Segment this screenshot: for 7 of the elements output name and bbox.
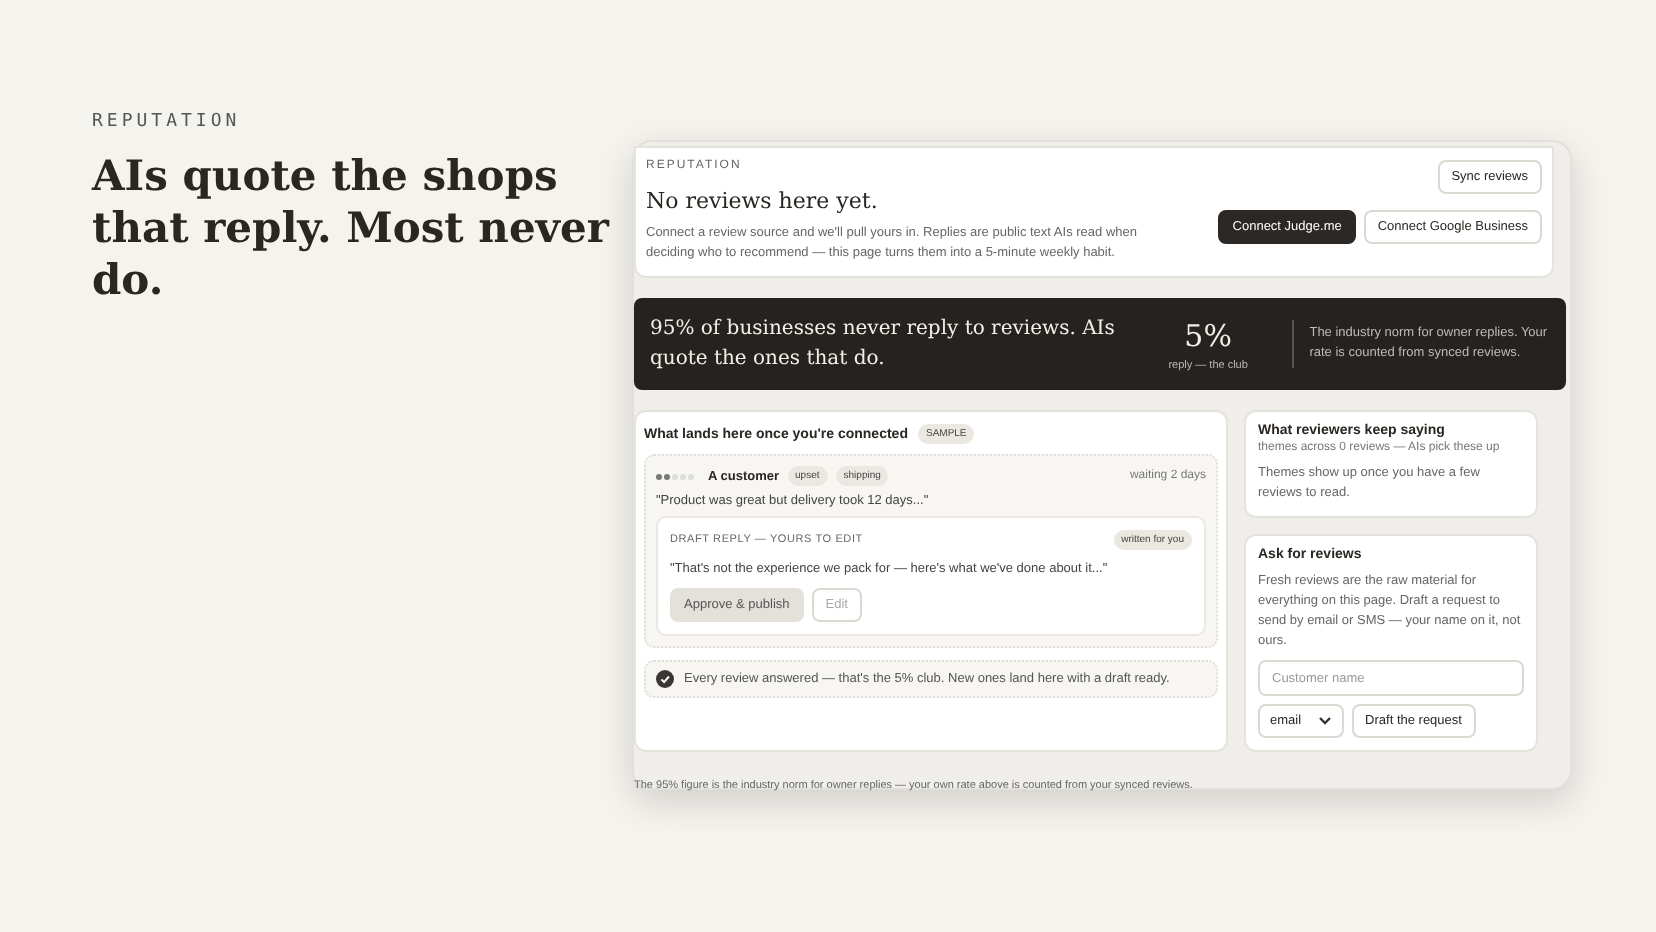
eyebrow-label: REPUTATION <box>92 112 243 132</box>
check-icon <box>656 670 674 688</box>
headline: AIs quote the shops that reply. Most never do. <box>92 150 612 306</box>
banner-statement: 95% of businesses never reply to reviews. AIs quote the ones that do. <box>650 316 1117 374</box>
chevron-icon <box>1317 716 1332 726</box>
stat-value: 5% <box>1182 317 1234 353</box>
page-title: No reviews here yet. <box>646 188 880 214</box>
